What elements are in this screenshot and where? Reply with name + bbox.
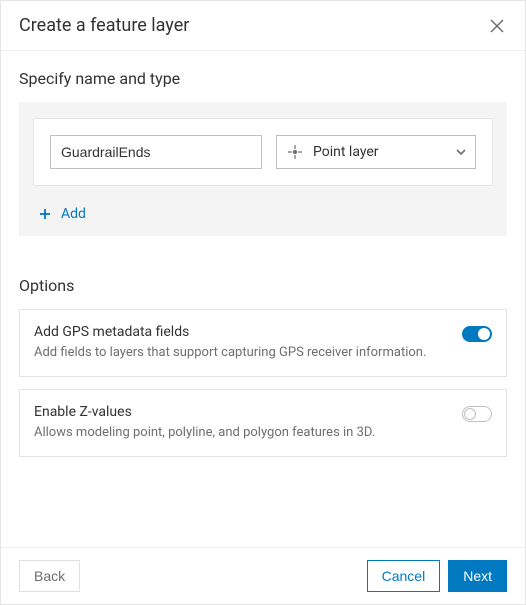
- next-button[interactable]: Next: [448, 560, 507, 592]
- layer-type-select[interactable]: Point layer: [276, 135, 476, 169]
- dialog-content: Specify name and type Point layer: [1, 51, 525, 475]
- option-title: Enable Z-values: [34, 404, 448, 420]
- layer-definition-panel: Point layer Add: [19, 102, 507, 236]
- dialog-title: Create a feature layer: [19, 15, 189, 36]
- option-title: Add GPS metadata fields: [34, 324, 448, 340]
- chevron-down-icon: [455, 146, 467, 158]
- option-z-values: Enable Z-values Allows modeling point, p…: [19, 389, 507, 457]
- toggle-knob: [478, 328, 490, 340]
- dialog-header: Create a feature layer: [1, 1, 525, 51]
- option-desc: Add fields to layers that support captur…: [34, 344, 448, 362]
- option-gps-metadata: Add GPS metadata fields Add fields to la…: [19, 309, 507, 377]
- close-button[interactable]: [487, 16, 507, 36]
- layer-name-input[interactable]: [50, 135, 262, 169]
- add-layer-button[interactable]: Add: [33, 198, 493, 226]
- back-button[interactable]: Back: [19, 560, 80, 592]
- dialog-footer: Back Cancel Next: [1, 547, 525, 604]
- layer-row: Point layer: [33, 118, 493, 186]
- options-section: Options Add GPS metadata fields Add fiel…: [19, 276, 507, 457]
- toggle-gps-metadata[interactable]: [462, 326, 492, 342]
- specify-heading: Specify name and type: [19, 69, 507, 88]
- toggle-knob: [464, 408, 476, 420]
- point-layer-icon: [287, 144, 303, 160]
- cancel-button[interactable]: Cancel: [367, 560, 441, 592]
- option-desc: Allows modeling point, polyline, and pol…: [34, 424, 448, 442]
- layer-type-label: Point layer: [313, 144, 379, 160]
- add-layer-label: Add: [61, 206, 86, 222]
- plus-icon: [39, 208, 51, 220]
- close-icon: [490, 19, 504, 33]
- options-heading: Options: [19, 276, 507, 295]
- toggle-z-values[interactable]: [462, 406, 492, 422]
